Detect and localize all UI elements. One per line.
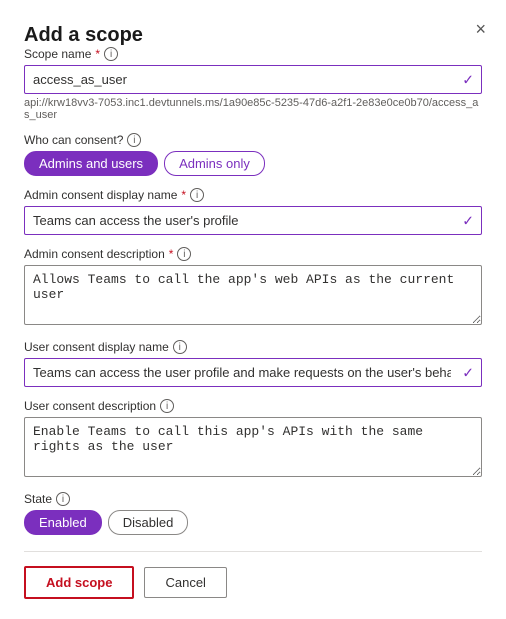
who-can-consent-group: Who can consent? i Admins and users Admi… <box>24 133 482 176</box>
admin-description-label: Admin consent description * i <box>24 247 482 261</box>
close-button[interactable]: × <box>475 20 486 38</box>
scope-name-label: Scope name * i <box>24 47 482 61</box>
cancel-button[interactable]: Cancel <box>144 567 226 598</box>
consent-admins-users-button[interactable]: Admins and users <box>24 151 158 176</box>
user-description-label: User consent description i <box>24 399 482 413</box>
state-info-icon[interactable]: i <box>56 492 70 506</box>
scope-name-input[interactable] <box>24 65 482 94</box>
dialog-title: Add a scope <box>24 24 143 46</box>
who-can-consent-info-icon[interactable]: i <box>127 133 141 147</box>
consent-options: Admins and users Admins only <box>24 151 482 176</box>
divider <box>24 551 482 552</box>
consent-admins-only-button[interactable]: Admins only <box>164 151 265 176</box>
who-can-consent-label: Who can consent? i <box>24 133 482 147</box>
admin-description-info-icon[interactable]: i <box>177 247 191 261</box>
admin-display-name-input-wrapper: ✓ <box>24 206 482 235</box>
state-enabled-button[interactable]: Enabled <box>24 510 102 535</box>
scope-name-check-icon: ✓ <box>462 71 474 88</box>
admin-display-name-info-icon[interactable]: i <box>190 188 204 202</box>
user-display-name-info-icon[interactable]: i <box>173 340 187 354</box>
add-scope-dialog: Add a scope × Scope name * i ✓ api://krw… <box>0 0 506 619</box>
user-display-name-label: User consent display name i <box>24 340 482 354</box>
state-options: Enabled Disabled <box>24 510 482 535</box>
user-description-info-icon[interactable]: i <box>160 399 174 413</box>
user-display-name-group: User consent display name i ✓ <box>24 340 482 387</box>
user-display-name-input[interactable] <box>24 358 482 387</box>
add-scope-button[interactable]: Add scope <box>24 566 134 599</box>
scope-name-group: Scope name * i ✓ api://krw18vv3-7053.inc… <box>24 47 482 121</box>
admin-display-name-label: Admin consent display name * i <box>24 188 482 202</box>
admin-display-name-group: Admin consent display name * i ✓ <box>24 188 482 235</box>
state-label: State i <box>24 492 482 506</box>
scope-name-input-wrapper: ✓ <box>24 65 482 94</box>
scope-name-info-icon[interactable]: i <box>104 47 118 61</box>
user-description-textarea[interactable]: Enable Teams to call this app's APIs wit… <box>24 417 482 477</box>
scope-url: api://krw18vv3-7053.inc1.devtunnels.ms/1… <box>24 97 482 121</box>
user-display-name-input-wrapper: ✓ <box>24 358 482 387</box>
state-disabled-button[interactable]: Disabled <box>108 510 189 535</box>
user-display-name-check-icon: ✓ <box>462 364 474 381</box>
admin-display-name-check-icon: ✓ <box>462 212 474 229</box>
admin-display-name-input[interactable] <box>24 206 482 235</box>
user-description-group: User consent description i Enable Teams … <box>24 399 482 480</box>
admin-description-group: Admin consent description * i Allows Tea… <box>24 247 482 328</box>
action-row: Add scope Cancel <box>24 566 482 599</box>
admin-description-textarea[interactable]: Allows Teams to call the app's web APIs … <box>24 265 482 325</box>
state-group: State i Enabled Disabled <box>24 492 482 535</box>
